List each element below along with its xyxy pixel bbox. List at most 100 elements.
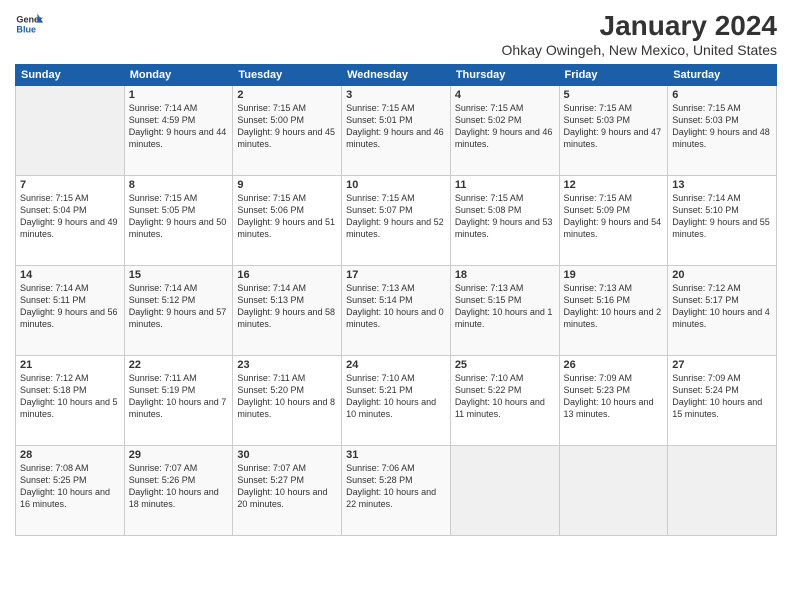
day-number: 17 (346, 269, 446, 281)
day-number: 10 (346, 179, 446, 191)
day-info: Sunrise: 7:07 AM Sunset: 5:26 PM Dayligh… (129, 462, 229, 511)
day-info: Sunrise: 7:07 AM Sunset: 5:27 PM Dayligh… (237, 462, 337, 511)
day-info: Sunrise: 7:09 AM Sunset: 5:23 PM Dayligh… (564, 372, 664, 421)
day-number: 28 (20, 449, 120, 461)
table-row: 10Sunrise: 7:15 AM Sunset: 5:07 PM Dayli… (342, 176, 451, 266)
table-row: 4Sunrise: 7:15 AM Sunset: 5:02 PM Daylig… (450, 86, 559, 176)
day-info: Sunrise: 7:13 AM Sunset: 5:14 PM Dayligh… (346, 282, 446, 331)
day-info: Sunrise: 7:12 AM Sunset: 5:18 PM Dayligh… (20, 372, 120, 421)
day-number: 24 (346, 359, 446, 371)
table-row: 8Sunrise: 7:15 AM Sunset: 5:05 PM Daylig… (124, 176, 233, 266)
day-info: Sunrise: 7:14 AM Sunset: 5:12 PM Dayligh… (129, 282, 229, 331)
day-number: 22 (129, 359, 229, 371)
header-sunday: Sunday (16, 65, 125, 86)
table-row: 18Sunrise: 7:13 AM Sunset: 5:15 PM Dayli… (450, 266, 559, 356)
day-number: 26 (564, 359, 664, 371)
day-number: 6 (672, 89, 772, 101)
svg-text:Blue: Blue (16, 24, 36, 34)
day-info: Sunrise: 7:13 AM Sunset: 5:15 PM Dayligh… (455, 282, 555, 331)
table-row: 20Sunrise: 7:12 AM Sunset: 5:17 PM Dayli… (668, 266, 777, 356)
table-row: 26Sunrise: 7:09 AM Sunset: 5:23 PM Dayli… (559, 356, 668, 446)
table-row (559, 446, 668, 536)
calendar-week-row: 28Sunrise: 7:08 AM Sunset: 5:25 PM Dayli… (16, 446, 777, 536)
calendar-week-row: 7Sunrise: 7:15 AM Sunset: 5:04 PM Daylig… (16, 176, 777, 266)
header-tuesday: Tuesday (233, 65, 342, 86)
table-row: 14Sunrise: 7:14 AM Sunset: 5:11 PM Dayli… (16, 266, 125, 356)
table-row: 7Sunrise: 7:15 AM Sunset: 5:04 PM Daylig… (16, 176, 125, 266)
table-row: 22Sunrise: 7:11 AM Sunset: 5:19 PM Dayli… (124, 356, 233, 446)
table-row: 24Sunrise: 7:10 AM Sunset: 5:21 PM Dayli… (342, 356, 451, 446)
day-info: Sunrise: 7:14 AM Sunset: 5:10 PM Dayligh… (672, 192, 772, 241)
table-row: 16Sunrise: 7:14 AM Sunset: 5:13 PM Dayli… (233, 266, 342, 356)
day-info: Sunrise: 7:15 AM Sunset: 5:08 PM Dayligh… (455, 192, 555, 241)
table-row: 6Sunrise: 7:15 AM Sunset: 5:03 PM Daylig… (668, 86, 777, 176)
day-number: 5 (564, 89, 664, 101)
day-number: 31 (346, 449, 446, 461)
table-row: 11Sunrise: 7:15 AM Sunset: 5:08 PM Dayli… (450, 176, 559, 266)
day-number: 19 (564, 269, 664, 281)
day-info: Sunrise: 7:11 AM Sunset: 5:20 PM Dayligh… (237, 372, 337, 421)
day-info: Sunrise: 7:15 AM Sunset: 5:01 PM Dayligh… (346, 102, 446, 151)
day-number: 7 (20, 179, 120, 191)
calendar-week-row: 21Sunrise: 7:12 AM Sunset: 5:18 PM Dayli… (16, 356, 777, 446)
day-number: 23 (237, 359, 337, 371)
day-info: Sunrise: 7:15 AM Sunset: 5:00 PM Dayligh… (237, 102, 337, 151)
table-row: 21Sunrise: 7:12 AM Sunset: 5:18 PM Dayli… (16, 356, 125, 446)
day-number: 30 (237, 449, 337, 461)
day-info: Sunrise: 7:14 AM Sunset: 4:59 PM Dayligh… (129, 102, 229, 151)
table-row (450, 446, 559, 536)
day-number: 12 (564, 179, 664, 191)
day-info: Sunrise: 7:10 AM Sunset: 5:22 PM Dayligh… (455, 372, 555, 421)
day-info: Sunrise: 7:13 AM Sunset: 5:16 PM Dayligh… (564, 282, 664, 331)
header-friday: Friday (559, 65, 668, 86)
day-number: 2 (237, 89, 337, 101)
day-info: Sunrise: 7:14 AM Sunset: 5:11 PM Dayligh… (20, 282, 120, 331)
day-info: Sunrise: 7:15 AM Sunset: 5:09 PM Dayligh… (564, 192, 664, 241)
table-row: 31Sunrise: 7:06 AM Sunset: 5:28 PM Dayli… (342, 446, 451, 536)
day-info: Sunrise: 7:11 AM Sunset: 5:19 PM Dayligh… (129, 372, 229, 421)
calendar-week-row: 1Sunrise: 7:14 AM Sunset: 4:59 PM Daylig… (16, 86, 777, 176)
calendar-subtitle: Ohkay Owingeh, New Mexico, United States (502, 42, 777, 58)
day-number: 3 (346, 89, 446, 101)
calendar-week-row: 14Sunrise: 7:14 AM Sunset: 5:11 PM Dayli… (16, 266, 777, 356)
day-info: Sunrise: 7:10 AM Sunset: 5:21 PM Dayligh… (346, 372, 446, 421)
calendar-table: Sunday Monday Tuesday Wednesday Thursday… (15, 64, 777, 536)
day-info: Sunrise: 7:15 AM Sunset: 5:05 PM Dayligh… (129, 192, 229, 241)
table-row: 25Sunrise: 7:10 AM Sunset: 5:22 PM Dayli… (450, 356, 559, 446)
table-row: 13Sunrise: 7:14 AM Sunset: 5:10 PM Dayli… (668, 176, 777, 266)
table-row: 9Sunrise: 7:15 AM Sunset: 5:06 PM Daylig… (233, 176, 342, 266)
logo: General Blue (15, 10, 45, 38)
table-row: 12Sunrise: 7:15 AM Sunset: 5:09 PM Dayli… (559, 176, 668, 266)
table-row: 1Sunrise: 7:14 AM Sunset: 4:59 PM Daylig… (124, 86, 233, 176)
header-wednesday: Wednesday (342, 65, 451, 86)
table-row: 17Sunrise: 7:13 AM Sunset: 5:14 PM Dayli… (342, 266, 451, 356)
day-number: 14 (20, 269, 120, 281)
day-info: Sunrise: 7:08 AM Sunset: 5:25 PM Dayligh… (20, 462, 120, 511)
calendar-title: January 2024 (502, 10, 777, 42)
table-row: 2Sunrise: 7:15 AM Sunset: 5:00 PM Daylig… (233, 86, 342, 176)
page-header: General Blue January 2024 Ohkay Owingeh,… (15, 10, 777, 58)
table-row: 23Sunrise: 7:11 AM Sunset: 5:20 PM Dayli… (233, 356, 342, 446)
table-row (668, 446, 777, 536)
day-info: Sunrise: 7:15 AM Sunset: 5:03 PM Dayligh… (564, 102, 664, 151)
day-info: Sunrise: 7:14 AM Sunset: 5:13 PM Dayligh… (237, 282, 337, 331)
day-info: Sunrise: 7:12 AM Sunset: 5:17 PM Dayligh… (672, 282, 772, 331)
title-block: January 2024 Ohkay Owingeh, New Mexico, … (502, 10, 777, 58)
logo-icon: General Blue (15, 10, 43, 38)
table-row: 29Sunrise: 7:07 AM Sunset: 5:26 PM Dayli… (124, 446, 233, 536)
day-number: 18 (455, 269, 555, 281)
day-number: 4 (455, 89, 555, 101)
day-info: Sunrise: 7:06 AM Sunset: 5:28 PM Dayligh… (346, 462, 446, 511)
day-info: Sunrise: 7:15 AM Sunset: 5:04 PM Dayligh… (20, 192, 120, 241)
table-row: 3Sunrise: 7:15 AM Sunset: 5:01 PM Daylig… (342, 86, 451, 176)
day-info: Sunrise: 7:09 AM Sunset: 5:24 PM Dayligh… (672, 372, 772, 421)
day-number: 25 (455, 359, 555, 371)
header-thursday: Thursday (450, 65, 559, 86)
day-info: Sunrise: 7:15 AM Sunset: 5:06 PM Dayligh… (237, 192, 337, 241)
day-number: 8 (129, 179, 229, 191)
day-number: 20 (672, 269, 772, 281)
day-info: Sunrise: 7:15 AM Sunset: 5:03 PM Dayligh… (672, 102, 772, 151)
table-row (16, 86, 125, 176)
day-number: 16 (237, 269, 337, 281)
header-saturday: Saturday (668, 65, 777, 86)
